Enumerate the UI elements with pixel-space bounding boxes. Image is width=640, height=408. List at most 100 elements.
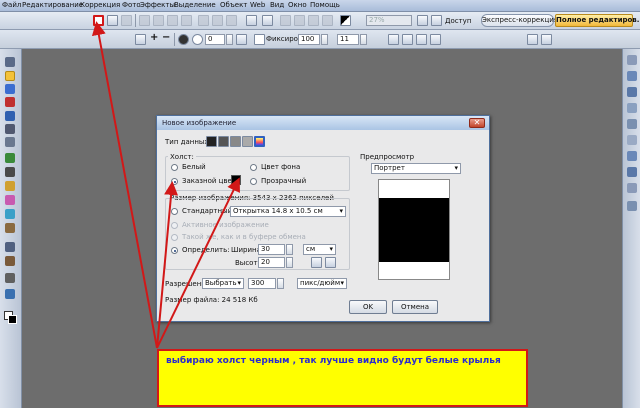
angle-dropdown-icon[interactable] — [236, 34, 247, 45]
count-field[interactable]: 11 — [337, 34, 359, 45]
mode-3-icon[interactable] — [416, 34, 427, 45]
print-icon[interactable] — [139, 15, 150, 26]
resolution-mode-dropdown[interactable]: Выбрать — [202, 278, 244, 289]
options-icon[interactable] — [541, 34, 552, 45]
data-type-2-icon[interactable] — [218, 136, 229, 147]
data-type-1-icon[interactable] — [206, 136, 217, 147]
camera-small-icon[interactable] — [527, 34, 538, 45]
menu-effects[interactable]: Эффекты — [140, 1, 175, 9]
panel-7-icon[interactable] — [627, 151, 637, 161]
menu-window[interactable]: Окно — [288, 1, 307, 9]
scan-icon[interactable] — [246, 15, 257, 26]
unit-dropdown[interactable]: см — [303, 244, 336, 255]
active-image-radio[interactable] — [171, 222, 178, 229]
brush-hard-icon[interactable] — [192, 34, 203, 45]
copy-icon[interactable] — [167, 15, 178, 26]
clipboard-radio[interactable] — [171, 234, 178, 241]
quick-fix-button[interactable]: Экспресс-коррекция — [481, 14, 558, 27]
fix-checkbox[interactable] — [254, 34, 265, 45]
panel-10-icon[interactable] — [627, 201, 637, 211]
angle-field[interactable]: 0 — [205, 34, 225, 45]
count-spinner[interactable] — [360, 34, 367, 45]
cancel-button[interactable]: Отмена — [392, 300, 438, 314]
menu-view[interactable]: Вид — [270, 1, 284, 9]
wand-tool-icon[interactable] — [5, 84, 15, 94]
panel-1-icon[interactable] — [627, 55, 637, 65]
brush-shape-icon[interactable] — [178, 34, 189, 45]
transparent-radio[interactable] — [250, 178, 257, 185]
share-icon[interactable] — [431, 15, 442, 26]
move-tool-icon[interactable] — [5, 57, 15, 67]
zoom-out-icon[interactable] — [417, 15, 428, 26]
mode-2-icon[interactable] — [402, 34, 413, 45]
resolution-unit-dropdown[interactable]: пикс/дюйм — [297, 278, 347, 289]
mode-4-icon[interactable] — [430, 34, 441, 45]
save-icon[interactable] — [121, 15, 132, 26]
apply-check-icon[interactable] — [325, 257, 336, 268]
data-type-4-icon[interactable] — [242, 136, 253, 147]
crop-tool-icon[interactable] — [5, 124, 15, 134]
brush-options-icon[interactable] — [135, 34, 146, 45]
mode-1-icon[interactable] — [388, 34, 399, 45]
menu-object[interactable]: Объект — [220, 1, 247, 9]
data-type-3-icon[interactable] — [230, 136, 241, 147]
menu-web[interactable]: Web — [250, 1, 265, 9]
lock-ratio-icon[interactable] — [311, 257, 322, 268]
selection-tool-icon[interactable] — [5, 71, 15, 81]
foreground-color-swatch[interactable] — [8, 315, 17, 324]
width-spinner[interactable] — [286, 244, 293, 255]
straighten-tool-icon[interactable] — [5, 137, 15, 147]
cut-icon[interactable] — [153, 15, 164, 26]
custom-color-swatch[interactable] — [231, 175, 241, 185]
text-tool-icon[interactable] — [5, 111, 15, 121]
crop-icon[interactable] — [308, 15, 319, 26]
rotate-right-icon[interactable] — [294, 15, 305, 26]
shape-tool-icon[interactable] — [5, 289, 15, 299]
define-radio[interactable] — [171, 247, 178, 254]
open-folder-icon[interactable] — [107, 15, 118, 26]
panel-6-icon[interactable] — [627, 135, 637, 145]
new-file-icon[interactable] — [93, 15, 104, 26]
hand-tool-icon[interactable] — [5, 256, 15, 266]
white-radio[interactable] — [171, 164, 178, 171]
size-spinner[interactable] — [321, 34, 328, 45]
panel-4-icon[interactable] — [627, 103, 637, 113]
standard-radio[interactable] — [171, 208, 178, 215]
panel-3-icon[interactable] — [627, 87, 637, 97]
paste-icon[interactable] — [181, 15, 192, 26]
access-label[interactable]: Доступ — [445, 17, 471, 26]
eraser-tool-icon[interactable] — [5, 195, 15, 205]
resolution-field[interactable]: 300 — [248, 278, 276, 289]
eyedropper-tool-icon[interactable] — [5, 273, 15, 283]
standard-dropdown[interactable]: Открытка 14.8 x 10.5 см — [230, 206, 346, 217]
menu-help[interactable]: Помощь — [310, 1, 340, 9]
custom-color-radio[interactable] — [171, 178, 178, 185]
bg-color-radio[interactable] — [250, 164, 257, 171]
close-icon[interactable]: ✕ — [469, 118, 485, 128]
undo-icon[interactable] — [198, 15, 209, 26]
subtract-icon[interactable]: − — [162, 33, 170, 43]
rotate-left-icon[interactable] — [280, 15, 291, 26]
lasso-tool-icon[interactable] — [5, 97, 15, 107]
menu-photo[interactable]: Фото — [122, 1, 141, 9]
redo-icon[interactable] — [212, 15, 223, 26]
menu-file[interactable]: Файл — [2, 1, 21, 9]
add-icon[interactable]: + — [150, 33, 158, 43]
resize-icon[interactable] — [322, 15, 333, 26]
ok-button[interactable]: OK — [349, 300, 387, 314]
angle-spinner[interactable] — [226, 34, 233, 45]
menu-adjust[interactable]: Коррекция — [80, 1, 120, 9]
height-spinner[interactable] — [286, 257, 293, 268]
zoom-tool-icon[interactable] — [5, 242, 15, 252]
panel-8-icon[interactable] — [627, 167, 637, 177]
menu-selection[interactable]: Выделение — [174, 1, 216, 9]
menu-edit[interactable]: Редактирование — [22, 1, 83, 9]
brush-tool-icon[interactable] — [5, 153, 15, 163]
resolution-spinner[interactable] — [277, 278, 284, 289]
panel-5-icon[interactable] — [627, 119, 637, 129]
color-icon[interactable] — [340, 15, 351, 26]
panel-2-icon[interactable] — [627, 71, 637, 81]
clone-tool-icon[interactable] — [5, 181, 15, 191]
height-field[interactable]: 20 — [258, 257, 285, 268]
data-type-color-icon[interactable] — [254, 136, 265, 147]
